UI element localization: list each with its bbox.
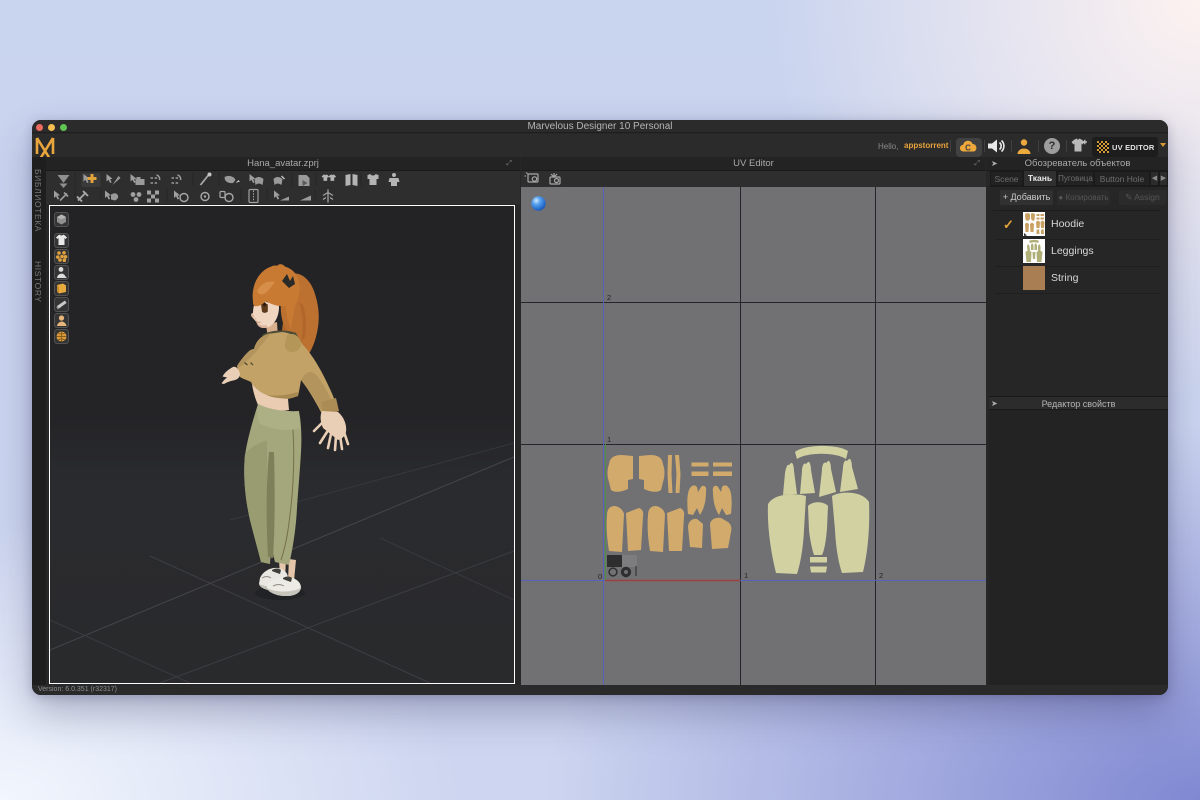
svg-text:C: C <box>965 144 971 153</box>
svg-text:2: 2 <box>879 571 883 580</box>
svg-text:0: 0 <box>598 572 602 581</box>
svg-text:2: 2 <box>607 293 611 302</box>
svg-text:1: 1 <box>607 435 611 444</box>
svg-text:1: 1 <box>744 571 748 580</box>
